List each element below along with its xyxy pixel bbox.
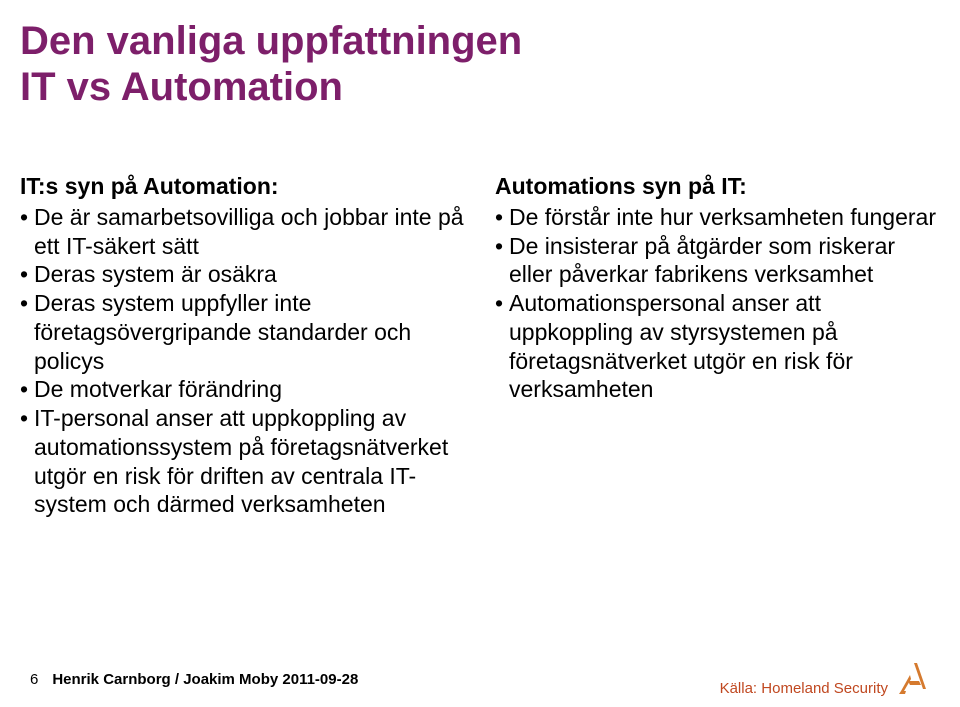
footer-right: Källa: Homeland Security [720,661,930,697]
list-item: De är samarbetsovilliga och jobbar inte … [20,203,465,261]
footer: 6 Henrik Carnborg / Joakim Moby 2011-09-… [0,661,960,697]
list-item: De insisterar på åtgärder som riskerar e… [495,232,940,290]
right-bullet-list: De förstår inte hur verksamheten fungera… [495,203,940,404]
list-item: Deras system är osäkra [20,260,465,289]
footer-left: 6 Henrik Carnborg / Joakim Moby 2011-09-… [30,671,358,688]
left-column: IT:s syn på Automation: De är samarbetso… [20,172,465,519]
presenter-info: Henrik Carnborg / Joakim Moby 2011-09-28 [52,671,358,688]
list-item: IT-personal anser att uppkoppling av aut… [20,404,465,519]
left-heading: IT:s syn på Automation: [20,172,465,201]
list-item: Deras system uppfyller inte företagsöver… [20,289,465,375]
title-line-1: Den vanliga uppfattningen [20,18,940,64]
logo-icon [896,661,930,697]
right-heading: Automations syn på IT: [495,172,940,201]
right-column: Automations syn på IT: De förstår inte h… [495,172,940,519]
page-number: 6 [30,671,38,688]
title-block: Den vanliga uppfattningen IT vs Automati… [20,18,940,110]
title-line-2: IT vs Automation [20,64,940,110]
list-item: De förstår inte hur verksamheten fungera… [495,203,940,232]
left-bullet-list: De är samarbetsovilliga och jobbar inte … [20,203,465,519]
list-item: Automationspersonal anser att uppkopplin… [495,289,940,404]
content-columns: IT:s syn på Automation: De är samarbetso… [20,172,940,519]
list-item: De motverkar förändring [20,375,465,404]
slide: Den vanliga uppfattningen IT vs Automati… [0,0,960,707]
source-citation: Källa: Homeland Security [720,680,888,697]
